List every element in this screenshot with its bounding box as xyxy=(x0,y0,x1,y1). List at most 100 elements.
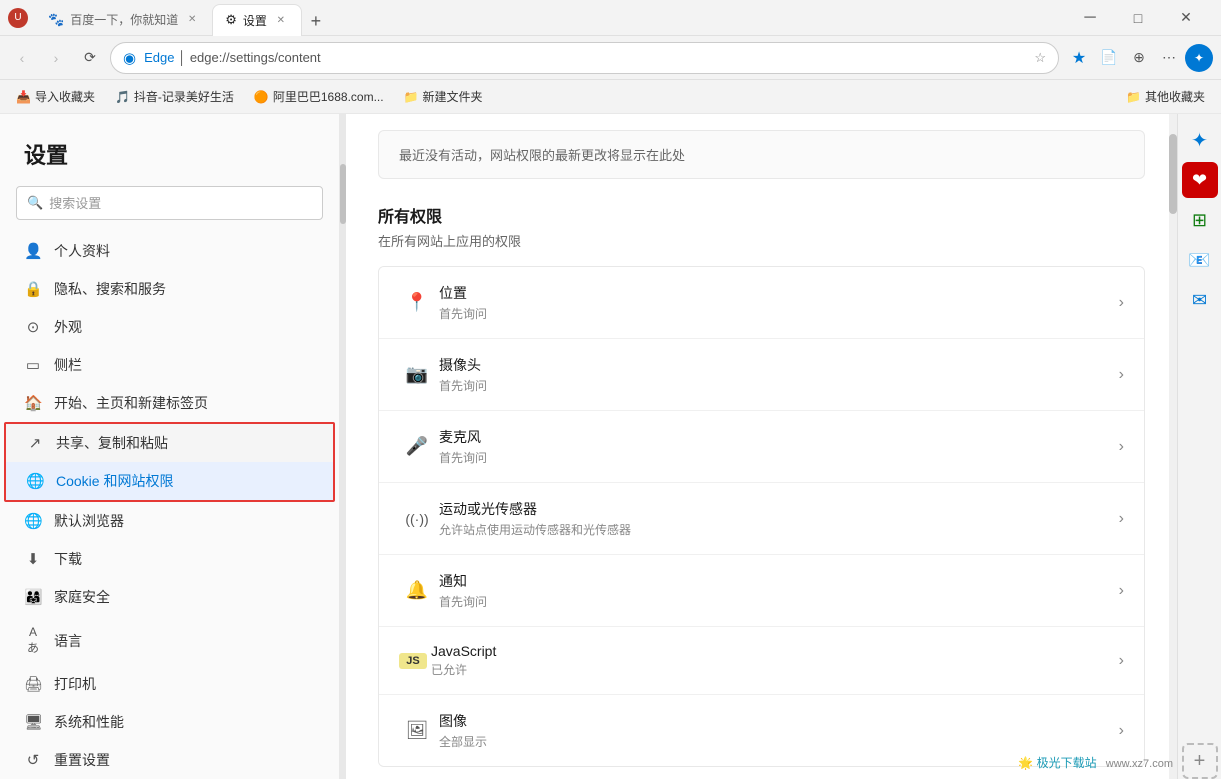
sidebar-item-appearance-label: 外观 xyxy=(54,317,82,337)
permission-motion-desc: 允许站点使用运动传感器和光传感器 xyxy=(439,521,1119,538)
sidebar-item-default-browser-label: 默认浏览器 xyxy=(54,511,124,531)
sidebar-item-sidebar[interactable]: ▭ 侧栏 xyxy=(0,346,339,384)
profile-icon: 👤 xyxy=(24,242,42,260)
add-sidebar-icon[interactable]: + xyxy=(1182,743,1218,779)
right-sidebar: ✦ ❤ ⊞ 📧 ✉ + xyxy=(1177,114,1221,779)
sidebar-item-family[interactable]: 👨‍👩‍👧 家庭安全 xyxy=(0,578,339,616)
collections-icon[interactable]: ⊞ xyxy=(1182,202,1218,238)
sidebar-item-share-label: 共享、复制和粘贴 xyxy=(56,433,168,453)
sidebar-item-system[interactable]: 🖥 系统和性能 xyxy=(0,703,339,741)
content-scrollbar-thumb[interactable] xyxy=(1169,134,1177,214)
edge-logo-icon: ◉ xyxy=(123,49,136,67)
tab-settings-close[interactable]: ✕ xyxy=(273,12,289,28)
search-input[interactable] xyxy=(49,196,312,211)
content-scrollbar-track[interactable] xyxy=(1169,114,1177,779)
sidebar-item-startup[interactable]: 🏠 开始、主页和新建标签页 xyxy=(0,384,339,422)
sidebar-item-cookies[interactable]: 🌐 Cookie 和网站权限 xyxy=(6,462,333,500)
camera-chevron-icon: › xyxy=(1119,366,1124,384)
sidebar-item-appearance[interactable]: ⊙ 外观 xyxy=(0,308,339,346)
forward-button[interactable]: › xyxy=(42,44,70,72)
permission-camera-name: 摄像头 xyxy=(439,355,1119,375)
permission-notifications-desc: 首先询问 xyxy=(439,593,1119,610)
permission-motion[interactable]: ((·)) 运动或光传感器 允许站点使用运动传感器和光传感器 › xyxy=(379,483,1144,555)
nav-bar: ‹ › ⟳ ◉ Edge │ edge://settings/content ☆… xyxy=(0,36,1221,80)
address-bar[interactable]: ◉ Edge │ edge://settings/content ☆ xyxy=(110,42,1059,74)
tab-baidu-close[interactable]: ✕ xyxy=(184,12,200,28)
sidebar-search-box[interactable]: 🔍 xyxy=(16,186,323,220)
permission-javascript[interactable]: JS JavaScript 已允许 › xyxy=(379,627,1144,695)
sidebar-item-privacy-label: 隐私、搜索和服务 xyxy=(54,279,166,299)
sidebar-item-system-label: 系统和性能 xyxy=(54,712,124,732)
shopping-icon[interactable]: ✉ xyxy=(1182,282,1218,318)
tab-settings[interactable]: ⚙ 设置 ✕ xyxy=(212,4,302,36)
outlook-icon[interactable]: 📧 xyxy=(1182,242,1218,278)
sidebar-item-downloads-label: 下载 xyxy=(54,549,82,569)
sidebar-item-downloads[interactable]: ⬇ 下载 xyxy=(0,540,339,578)
permission-location[interactable]: 📍 位置 首先询问 › xyxy=(379,267,1144,339)
permission-location-name: 位置 xyxy=(439,283,1119,303)
notice-text: 最近没有活动，网站权限的最新更改将显示在此处 xyxy=(399,148,685,163)
startup-icon: 🏠 xyxy=(24,394,42,412)
sidebar-item-privacy[interactable]: 🔒 隐私、搜索和服务 xyxy=(0,270,339,308)
sidebar-item-default-browser[interactable]: 🌐 默认浏览器 xyxy=(0,502,339,540)
bookmark-other[interactable]: 📁 其他收藏夹 xyxy=(1118,85,1213,108)
sidebar-item-print[interactable]: 🖨 打印机 xyxy=(0,665,339,703)
sidebar-item-family-label: 家庭安全 xyxy=(54,587,110,607)
add-to-favorites-icon[interactable]: ⊕ xyxy=(1125,44,1153,72)
permission-microphone-info: 麦克风 首先询问 xyxy=(435,427,1119,466)
permission-motion-name: 运动或光传感器 xyxy=(439,499,1119,519)
bookmarks-bar: 📥 导入收藏夹 🎵 抖音-记录美好生活 🟠 阿里巴巴1688.com... 📁 … xyxy=(0,80,1221,114)
bookmark-alibaba[interactable]: 🟠 阿里巴巴1688.com... xyxy=(246,85,392,108)
reader-mode-icon[interactable]: 📄 xyxy=(1095,44,1123,72)
edge-profile-icon[interactable]: ✦ xyxy=(1185,44,1213,72)
bookmark-import[interactable]: 📥 导入收藏夹 xyxy=(8,85,103,108)
location-chevron-icon: › xyxy=(1119,294,1124,312)
permission-location-desc: 首先询问 xyxy=(439,305,1119,322)
notice-bar: 最近没有活动，网站权限的最新更改将显示在此处 xyxy=(378,130,1145,179)
permission-motion-info: 运动或光传感器 允许站点使用运动传感器和光传感器 xyxy=(435,499,1119,538)
camera-icon: 📷 xyxy=(399,364,435,385)
tab-settings-label: 设置 xyxy=(243,12,267,29)
sidebar: 设置 🔍 👤 个人资料 🔒 隐私、搜索和服务 ⊙ 外观 ▭ 侧栏 🏠 开始、主页… xyxy=(0,114,340,779)
copilot-icon[interactable]: ✦ xyxy=(1182,122,1218,158)
bookmark-other-label: 其他收藏夹 xyxy=(1145,88,1205,105)
favorites-icon[interactable]: ★ xyxy=(1065,44,1093,72)
back-button[interactable]: ‹ xyxy=(8,44,36,72)
window-buttons: ─ □ ✕ xyxy=(1067,3,1213,33)
maximize-button[interactable]: □ xyxy=(1115,3,1161,33)
sidebar-item-language[interactable]: Aあ 语言 xyxy=(0,616,339,665)
permission-microphone[interactable]: 🎤 麦克风 首先询问 › xyxy=(379,411,1144,483)
sidebar-item-share[interactable]: ↗ 共享、复制和粘贴 xyxy=(6,424,333,462)
bookmark-douyin[interactable]: 🎵 抖音-记录美好生活 xyxy=(107,85,242,108)
default-browser-icon: 🌐 xyxy=(24,512,42,530)
permission-notifications[interactable]: 🔔 通知 首先询问 › xyxy=(379,555,1144,627)
permission-camera[interactable]: 📷 摄像头 首先询问 › xyxy=(379,339,1144,411)
new-tab-button[interactable]: + xyxy=(302,8,330,36)
sidebar-item-profile[interactable]: 👤 个人资料 xyxy=(0,232,339,270)
address-text: Edge │ edge://settings/content xyxy=(144,50,321,65)
lock-icon: 🔒 xyxy=(24,280,42,298)
close-button[interactable]: ✕ xyxy=(1163,3,1209,33)
url-separator: │ xyxy=(174,50,189,65)
favorites-sidebar-icon[interactable]: ❤ xyxy=(1182,162,1218,198)
bookmark-newfolder-label: 新建文件夹 xyxy=(423,88,483,105)
star-icon[interactable]: ☆ xyxy=(1034,50,1046,66)
appearance-icon: ⊙ xyxy=(24,318,42,336)
family-icon: 👨‍👩‍👧 xyxy=(24,588,42,606)
permission-camera-info: 摄像头 首先询问 xyxy=(435,355,1119,394)
sidebar-icon: ▭ xyxy=(24,356,42,374)
all-permissions-subtitle: 在所有网站上应用的权限 xyxy=(378,231,1145,250)
sidebar-item-reset[interactable]: ↺ 重置设置 xyxy=(0,741,339,779)
minimize-button[interactable]: ─ xyxy=(1067,3,1113,33)
profile-avatar[interactable]: U xyxy=(8,8,28,28)
microphone-icon: 🎤 xyxy=(399,436,435,457)
javascript-chevron-icon: › xyxy=(1119,652,1124,670)
more-tools-icon[interactable]: ⋯ xyxy=(1155,44,1183,72)
sidebar-item-startup-label: 开始、主页和新建标签页 xyxy=(54,393,208,413)
tab-baidu[interactable]: 🐾 百度一下，你就知道 ✕ xyxy=(36,4,212,36)
motion-chevron-icon: › xyxy=(1119,510,1124,528)
permission-images-info: 图像 全部显示 xyxy=(435,711,1119,750)
bookmark-newfolder[interactable]: 📁 新建文件夹 xyxy=(396,85,491,108)
reload-button[interactable]: ⟳ xyxy=(76,44,104,72)
tabs-container: 🐾 百度一下，你就知道 ✕ ⚙ 设置 ✕ + xyxy=(28,0,1067,36)
